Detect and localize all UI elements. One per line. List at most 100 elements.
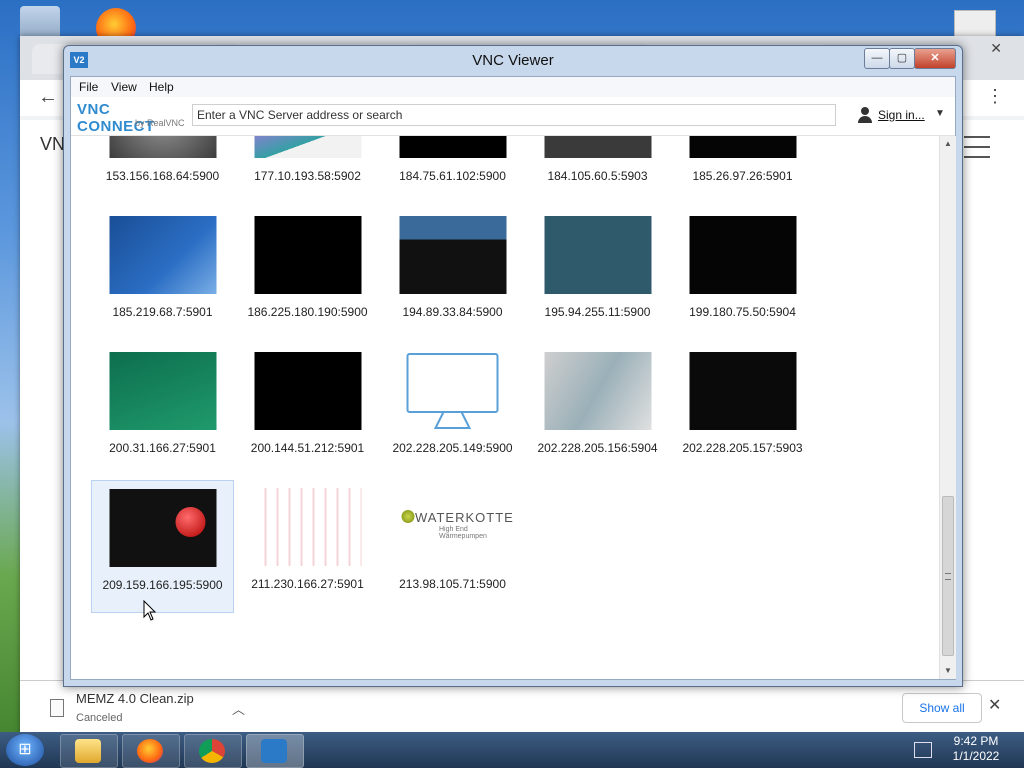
server-address: 202.228.205.156:5904 xyxy=(537,441,658,455)
server-thumbnail xyxy=(254,216,361,294)
taskbar-chrome[interactable] xyxy=(184,734,242,768)
scroll-up-arrow-icon[interactable]: ▲ xyxy=(940,136,956,152)
taskbar-vnc-viewer[interactable] xyxy=(246,734,304,768)
server-tile[interactable]: 199.180.75.50:5904 xyxy=(671,208,814,341)
server-address: 185.219.68.7:5901 xyxy=(112,305,213,319)
server-thumbnail xyxy=(399,136,506,158)
server-thumbnail xyxy=(254,136,361,158)
server-tile[interactable]: 211.230.166.27:5901 xyxy=(236,480,379,613)
scroll-down-arrow-icon[interactable]: ▼ xyxy=(940,663,956,679)
server-address: 194.89.33.84:5900 xyxy=(402,305,503,319)
server-address: 200.144.51.212:5901 xyxy=(250,441,365,455)
back-arrow-icon[interactable]: ← xyxy=(38,86,58,109)
download-status: Canceled xyxy=(76,712,123,724)
show-all-button[interactable]: Show all xyxy=(902,693,982,723)
server-thumbnail xyxy=(689,136,796,158)
sign-in-link[interactable]: Sign in... xyxy=(878,108,925,122)
server-tile[interactable]: WATERKOTTE High End Wärmepumpen 213.98.105… xyxy=(381,480,524,613)
server-address: 177.10.193.58:5902 xyxy=(254,169,361,183)
server-tile[interactable]: V9 153.156.168.64:5900 xyxy=(91,136,234,205)
server-address: 202.228.205.149:5900 xyxy=(392,441,513,455)
chevron-down-icon[interactable]: ▼ xyxy=(935,108,945,119)
server-address: 184.105.60.5:5903 xyxy=(547,169,648,183)
taskbar-firefox[interactable] xyxy=(122,734,180,768)
server-tile[interactable]: 209.159.166.195:5900 xyxy=(91,480,234,613)
menu-help[interactable]: Help xyxy=(149,80,174,94)
search-input[interactable] xyxy=(192,104,836,126)
monitor-placeholder-icon xyxy=(399,352,506,430)
clock-time: 9:42 PM xyxy=(953,734,999,748)
server-tile[interactable]: 200.144.51.212:5901 xyxy=(236,344,379,477)
chrome-icon xyxy=(199,739,225,763)
server-address: 200.31.166.27:5901 xyxy=(109,441,216,455)
clock-date: 1/1/2022 xyxy=(952,749,1000,763)
server-tile[interactable]: 200.31.166.27:5901 xyxy=(91,344,234,477)
server-tile[interactable]: 195.94.255.11:5900 xyxy=(526,208,669,341)
menu-view[interactable]: View xyxy=(111,80,137,94)
server-tile[interactable]: 184.105.60.5:5903 xyxy=(526,136,669,205)
minimize-button[interactable]: — xyxy=(864,48,890,69)
server-address: 209.159.166.195:5900 xyxy=(102,578,223,592)
server-thumbnail xyxy=(254,352,361,430)
firefox-icon xyxy=(137,739,163,763)
browser-close-icon[interactable]: ✕ xyxy=(990,40,1002,57)
server-tile[interactable]: 186.225.180.190:5900 xyxy=(236,208,379,341)
server-thumbnail xyxy=(689,216,796,294)
server-tile[interactable]: 185.219.68.7:5901 xyxy=(91,208,234,341)
server-thumbnail xyxy=(544,216,651,294)
server-thumbnail: WATERKOTTE High End Wärmepumpen xyxy=(399,488,513,566)
server-tile[interactable]: 184.75.61.102:5900 xyxy=(381,136,524,205)
chevron-up-icon[interactable]: ︿ xyxy=(232,699,245,718)
menu-file[interactable]: File xyxy=(79,80,98,94)
mouse-cursor-icon xyxy=(143,600,157,621)
download-file-name[interactable]: MEMZ 4.0 Clean.zip xyxy=(76,691,194,706)
server-tile[interactable]: 202.228.205.157:5903 xyxy=(671,344,814,477)
server-address: 184.75.61.102:5900 xyxy=(399,169,506,183)
vertical-scrollbar[interactable]: ▲ ▼ xyxy=(939,136,956,679)
hamburger-menu-icon[interactable] xyxy=(964,136,990,158)
scrollbar-thumb[interactable] xyxy=(942,496,954,656)
vnc-icon xyxy=(261,739,287,763)
taskbar-explorer[interactable] xyxy=(60,734,118,768)
menu-bar: File View Help xyxy=(71,77,955,97)
network-icon[interactable] xyxy=(914,742,932,758)
download-bar: MEMZ 4.0 Clean.zip Canceled ︿ Show all ✕ xyxy=(20,680,1024,733)
file-icon xyxy=(50,699,64,717)
brand-sub: by RealVNC xyxy=(135,118,185,128)
server-address: 199.180.75.50:5904 xyxy=(689,305,796,319)
maximize-button[interactable]: ▢ xyxy=(889,48,915,69)
server-tile[interactable]: 202.228.205.149:5900 xyxy=(381,344,524,477)
server-address: 153.156.168.64:5900 xyxy=(105,169,220,183)
server-thumbnail: V9 xyxy=(109,136,216,158)
more-menu-icon[interactable]: ⋮ xyxy=(986,86,1004,107)
grip-icon xyxy=(945,573,951,580)
waterkotte-logo-text: WATERKOTTE xyxy=(415,510,514,525)
toolbar: VNC CONNECT by RealVNC Sign in... ▼ xyxy=(71,97,955,136)
vnc-client-area: File View Help VNC CONNECT by RealVNC Si… xyxy=(70,76,956,680)
server-thumbnail xyxy=(109,489,216,567)
close-button[interactable]: ✕ xyxy=(914,48,956,69)
server-thumbnail xyxy=(109,352,216,430)
start-button[interactable]: ⊞ xyxy=(6,734,44,766)
server-tile[interactable]: 194.89.33.84:5900 xyxy=(381,208,524,341)
server-tile[interactable]: 202.228.205.156:5904 xyxy=(526,344,669,477)
taskbar: ⊞ 9:42 PM 1/1/2022 xyxy=(0,732,1024,768)
window-title: VNC Viewer xyxy=(472,52,554,69)
user-icon[interactable] xyxy=(857,107,873,123)
red-button-graphic xyxy=(175,507,205,537)
server-address: 195.94.255.11:5900 xyxy=(544,305,651,319)
server-address: 213.98.105.71:5900 xyxy=(399,577,506,591)
server-tile[interactable]: 185.26.97.26:5901 xyxy=(671,136,814,205)
waterkotte-subtitle: High End Wärmepumpen xyxy=(439,526,487,540)
page-heading: VN xyxy=(40,134,66,154)
server-tile[interactable]: 177.10.193.58:5902 xyxy=(236,136,379,205)
clock[interactable]: 9:42 PM 1/1/2022 xyxy=(940,734,1012,764)
server-address: 185.26.97.26:5901 xyxy=(692,169,793,183)
close-icon[interactable]: ✕ xyxy=(988,695,1001,715)
server-thumbnail xyxy=(254,488,361,566)
title-bar[interactable]: V2 VNC Viewer — ▢ ✕ xyxy=(64,46,962,76)
vnc-viewer-window: V2 VNC Viewer — ▢ ✕ File View Help VNC C… xyxy=(63,45,963,687)
server-thumbnail xyxy=(544,352,651,430)
vnc-connect-logo: VNC CONNECT by RealVNC xyxy=(77,101,189,135)
server-grid: V9 153.156.168.64:5900 177.10.193.58:5902 1… xyxy=(71,136,939,679)
